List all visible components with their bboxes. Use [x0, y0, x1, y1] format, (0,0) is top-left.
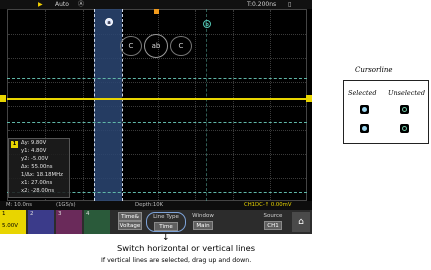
ch3-tab[interactable]: 3 — [56, 210, 82, 234]
ch1-tab[interactable]: 1 5.00V — [0, 210, 26, 234]
softkey-menu: 1 5.00V 2 3 4 Time& Voltage Line Type Ti… — [0, 210, 312, 234]
grid-line — [8, 82, 306, 83]
cursor-b-marker[interactable]: b — [203, 20, 211, 28]
ch1-scale: 5.00V — [2, 223, 19, 229]
grid-line — [270, 10, 271, 200]
home-icon[interactable]: ⌂ — [292, 212, 310, 232]
unselected-cursor-icon — [400, 124, 409, 133]
trigger-status: CH1DC-↑ 0.00mV — [244, 202, 292, 208]
line-type-softkey[interactable]: Line Type Time — [146, 212, 186, 232]
grid-line — [8, 130, 306, 131]
ch1-level-marker[interactable] — [0, 95, 6, 102]
delta-y-value: Δy: 9.80V — [21, 140, 47, 146]
grid-line — [8, 58, 306, 59]
selected-cursor-icon — [360, 105, 369, 114]
run-status: Auto — [55, 1, 69, 8]
memory-depth: Depth:10K — [135, 202, 164, 208]
horizontal-cursor-line[interactable] — [7, 122, 307, 123]
y1-value: y1: 4.80V — [21, 148, 47, 154]
ch2-tab[interactable]: 2 — [28, 210, 54, 234]
horizontal-scale: M: 10.0ns — [6, 202, 32, 208]
ch1-waveform-trace — [7, 98, 307, 100]
legend-selected-label: Selected — [348, 89, 377, 97]
caption-subtitle: If vertical lines are selected, drag up … — [101, 257, 252, 264]
cursor-b-line[interactable] — [206, 9, 207, 201]
x2-value: x2: -28.00ns — [21, 188, 55, 194]
cursor-a-marker[interactable]: a — [105, 18, 113, 26]
legend-unselected-label: Unselected — [388, 89, 426, 97]
grid-line — [8, 106, 306, 107]
grid-line — [233, 10, 234, 200]
lock-icon: ▯ — [288, 1, 292, 8]
window-softkey[interactable]: Window Main — [188, 212, 218, 232]
cursor-legend: Selected Unselected — [343, 80, 429, 144]
trigger-level-marker[interactable] — [306, 95, 312, 102]
timebase-readout: T:0.200ns — [247, 1, 277, 8]
cursor-ab-selector[interactable]: ab — [144, 34, 168, 58]
bottom-status-bar: M: 10.0ns (1GS/s) Depth:10K CH1DC-↑ 0.00… — [0, 201, 312, 210]
sample-rate: (1GS/s) — [56, 202, 76, 208]
cursor-a-line[interactable] — [94, 9, 95, 201]
legend-title: Cursorline — [355, 66, 393, 74]
frequency-value: 1/Δx: 18.18MHz — [21, 172, 63, 178]
ch4-tab[interactable]: 4 — [84, 210, 110, 234]
x1-value: x1: 27.00ns — [21, 180, 53, 186]
selected-cursor-icon — [360, 124, 369, 133]
cursor-measurement-panel: 1 Δy: 9.80V y1: 4.80V y2: -5.00V Δx: 55.… — [8, 138, 70, 198]
channel-badge: 1 — [11, 141, 18, 148]
horizontal-cursor-line[interactable] — [7, 78, 307, 79]
time-voltage-softkey[interactable]: Time& Voltage — [118, 212, 142, 232]
delta-x-value: Δx: 55.00ns — [21, 164, 53, 170]
rotate-left-icon[interactable]: C — [120, 36, 142, 56]
y2-value: y2: -5.00V — [21, 156, 49, 162]
oscilloscope-screen: ▶ Auto Ⓐ T:0.200ns ▯ a b C ab C 1 Δy: 9.… — [0, 0, 312, 234]
acquire-icon: Ⓐ — [78, 1, 85, 8]
unselected-cursor-icon — [400, 105, 409, 114]
caption-title: Switch horizontal or vertical lines — [117, 243, 256, 253]
run-indicator-icon: ▶ — [38, 1, 43, 8]
grid-line — [195, 10, 196, 200]
source-softkey[interactable]: Source CH1 — [258, 212, 288, 232]
trigger-position-marker[interactable] — [154, 9, 159, 14]
selected-cursor-region[interactable] — [94, 9, 122, 201]
cursor-adjust-knob[interactable]: C ab C — [120, 34, 192, 58]
top-status-bar: ▶ Auto Ⓐ T:0.200ns ▯ — [0, 0, 312, 9]
rotate-right-icon[interactable]: C — [170, 36, 192, 56]
grid-line — [83, 10, 84, 200]
